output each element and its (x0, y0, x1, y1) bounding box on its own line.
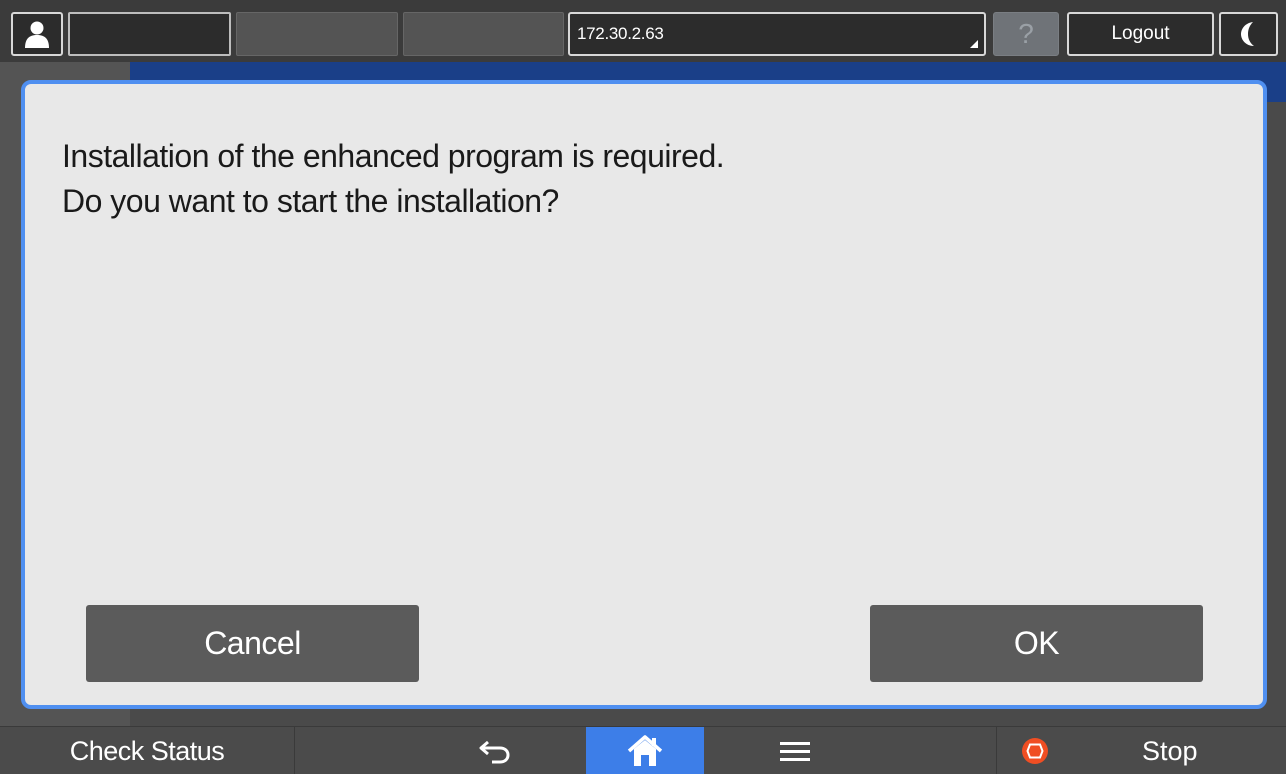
ok-button[interactable]: OK (870, 605, 1203, 682)
help-icon: ? (1018, 18, 1034, 49)
moon-icon (1240, 22, 1254, 46)
cancel-button[interactable]: Cancel (86, 605, 419, 682)
dialog-message: Installation of the enhanced program is … (62, 134, 1212, 224)
device-address-label: 172.30.2.63 (577, 24, 664, 43)
stop-button[interactable]: Stop (996, 727, 1286, 774)
stop-label: Stop (1142, 736, 1198, 766)
dialog-message-line-2: Do you want to start the installation? (62, 183, 559, 219)
corner-triangle-icon (970, 40, 978, 48)
dialog-message-line-1: Installation of the enhanced program is … (62, 138, 725, 174)
home-button[interactable] (586, 727, 704, 774)
energy-saver-button[interactable] (1219, 12, 1278, 56)
back-button[interactable] (440, 727, 550, 774)
user-icon (25, 21, 49, 48)
header-slot-3 (403, 12, 564, 56)
menu-icon (780, 742, 810, 761)
device-address-button[interactable]: 172.30.2.63 (568, 12, 986, 56)
stop-icon (1022, 738, 1048, 764)
user-button[interactable] (11, 12, 63, 56)
logout-label: Logout (1111, 23, 1170, 44)
logout-button[interactable]: Logout (1067, 12, 1214, 56)
back-arrow-icon (479, 740, 510, 764)
home-icon (627, 735, 663, 766)
top-bar: 172.30.2.63 ? Logout (0, 0, 1286, 62)
install-confirm-dialog: Installation of the enhanced program is … (21, 80, 1267, 709)
header-slot-1 (68, 12, 231, 56)
header-slot-2 (236, 12, 398, 56)
help-button[interactable]: ? (993, 12, 1059, 56)
check-status-button[interactable]: Check Status (0, 727, 295, 774)
menu-button[interactable] (740, 727, 850, 774)
bottom-bar: Check Status Stop (0, 726, 1286, 774)
